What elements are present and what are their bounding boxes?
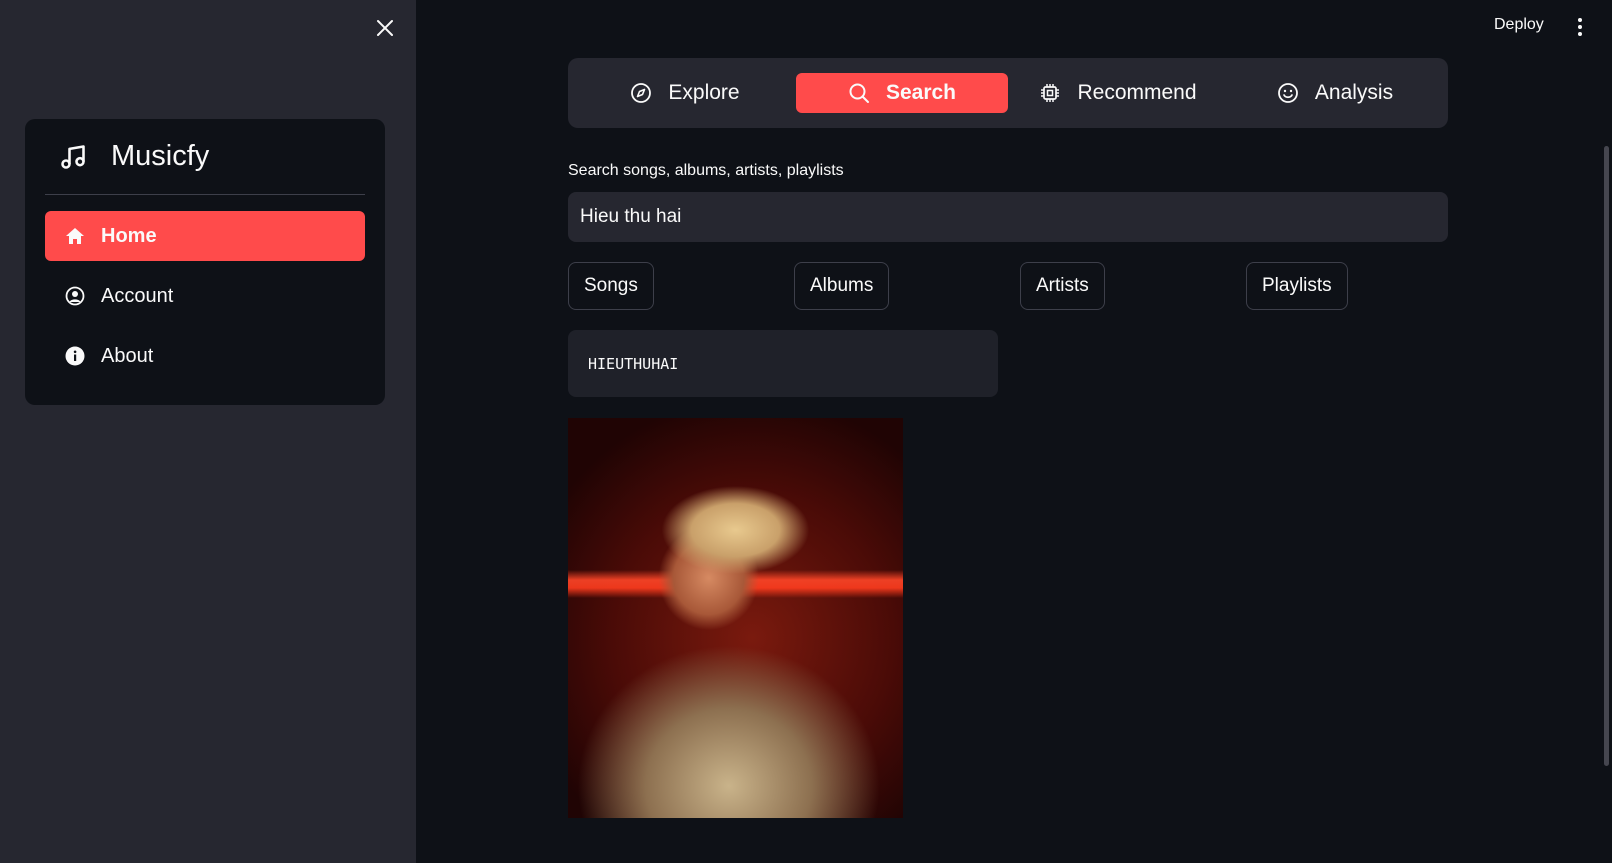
sidebar-item-home[interactable]: Home bbox=[45, 211, 365, 261]
home-icon bbox=[65, 226, 85, 246]
music-note-icon bbox=[59, 142, 89, 172]
artist-result-title: HIEUTHUHAI bbox=[568, 330, 998, 397]
deploy-button[interactable]: Deploy bbox=[1494, 16, 1544, 34]
compass-icon bbox=[630, 82, 652, 104]
brand-title: Musicfy bbox=[111, 140, 210, 172]
artist-photo bbox=[568, 418, 903, 818]
main-tabs: Explore Search Recommend Analysis bbox=[568, 58, 1448, 128]
close-sidebar-button[interactable] bbox=[373, 16, 397, 40]
tab-label: Analysis bbox=[1314, 81, 1394, 104]
songs-filter-button[interactable]: Songs bbox=[568, 262, 654, 310]
tab-analysis[interactable]: Analysis bbox=[1228, 73, 1442, 113]
main-menu-button[interactable] bbox=[1573, 16, 1587, 38]
sidebar-item-label: Account bbox=[101, 284, 174, 307]
albums-filter-button[interactable]: Albums bbox=[794, 262, 890, 310]
tab-search[interactable]: Search bbox=[796, 73, 1008, 113]
sidebar-item-account[interactable]: Account bbox=[45, 271, 365, 321]
info-icon bbox=[65, 346, 85, 366]
sidebar: Musicfy Home Account About bbox=[0, 0, 416, 863]
tab-recommend[interactable]: Recommend bbox=[1008, 73, 1228, 113]
app-window: Musicfy Home Account About Deploy Explor… bbox=[0, 0, 1612, 863]
search-label: Search songs, albums, artists, playlists bbox=[568, 162, 844, 179]
sidebar-item-label: Home bbox=[101, 224, 157, 247]
kebab-dot bbox=[1578, 18, 1582, 22]
scrollbar[interactable] bbox=[1604, 146, 1609, 766]
tab-label: Recommend bbox=[1077, 81, 1197, 104]
sidebar-item-about[interactable]: About bbox=[45, 331, 365, 381]
playlists-filter-button[interactable]: Playlists bbox=[1246, 262, 1348, 310]
tab-label: Explore bbox=[668, 81, 740, 104]
tab-explore[interactable]: Explore bbox=[574, 73, 796, 113]
brand: Musicfy bbox=[45, 119, 365, 195]
tab-label: Search bbox=[885, 81, 957, 104]
kebab-dot bbox=[1578, 32, 1582, 36]
close-icon bbox=[377, 20, 393, 36]
search-input[interactable] bbox=[568, 192, 1448, 242]
artists-filter-button[interactable]: Artists bbox=[1020, 262, 1105, 310]
search-icon bbox=[848, 82, 870, 104]
cpu-icon bbox=[1039, 82, 1061, 104]
sidebar-item-label: About bbox=[101, 344, 154, 367]
smile-icon bbox=[1277, 82, 1299, 104]
user-circle-icon bbox=[65, 286, 85, 306]
kebab-dot bbox=[1578, 25, 1582, 29]
sidebar-menu: Musicfy Home Account About bbox=[25, 119, 385, 405]
